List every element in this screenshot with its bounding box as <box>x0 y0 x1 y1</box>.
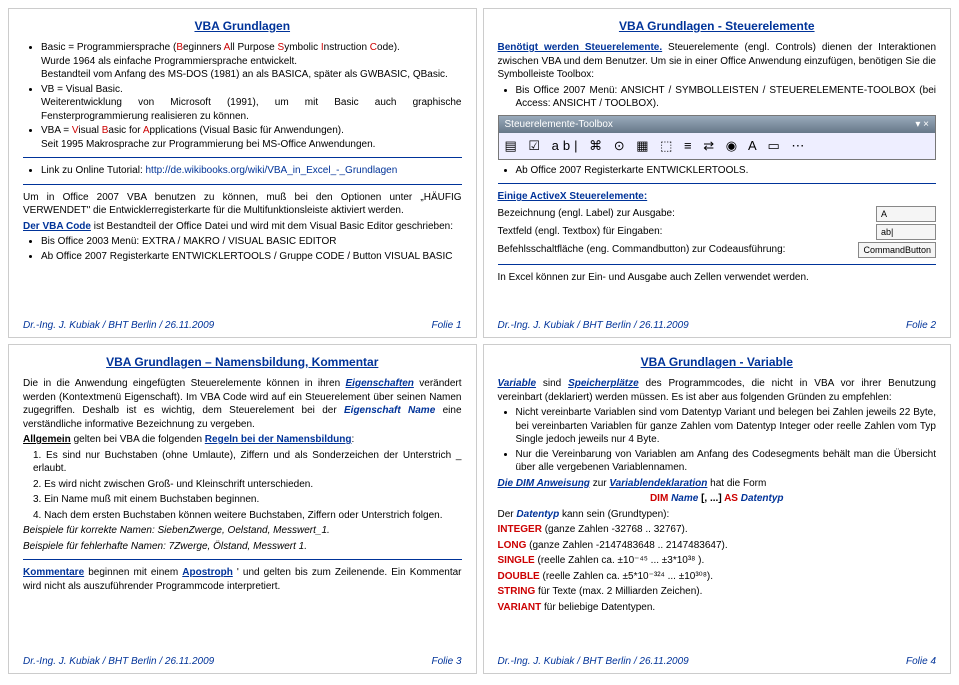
datatype: VARIANT für beliebige Datentypen. <box>498 601 937 615</box>
slide-1: VBA Grundlagen Basic = Programmiersprach… <box>8 8 477 338</box>
slide-content: Basic = Programmiersprache (Beginners Al… <box>23 39 462 316</box>
toolbox-icons: ▤ ☑ ab| ⌘ ⊙ ▦ ⬚ ≡ ⇄ ◉ A ▭ ⋯ <box>499 133 936 159</box>
rule: 2. Es wird nicht zwischen Groß- und Klei… <box>33 478 462 492</box>
control-row: Textfeld (engl. Textbox) für Eingaben:ab… <box>498 224 937 240</box>
paragraph: Variable sind Speicherplätze des Program… <box>498 377 937 404</box>
paragraph: Benötigt werden Steuerelemente. Steuerel… <box>498 41 937 82</box>
paragraph: Der Datentyp kann sein (Grundtypen): <box>498 508 937 522</box>
list-item: Bis Office 2003 Menü: EXTRA / MAKRO / VI… <box>41 235 462 249</box>
slide-footer: Dr.-Ing. J. Kubiak / BHT Berlin / 26.11.… <box>23 656 462 667</box>
list-item: Ab Office 2007 Registerkarte ENTWICKLERT… <box>41 250 462 264</box>
slide-title: VBA Grundlagen - Steuerelemente <box>498 19 937 33</box>
slide-grid: VBA Grundlagen Basic = Programmiersprach… <box>8 8 951 674</box>
commandbutton-sample: CommandButton <box>858 242 936 258</box>
datatype: DOUBLE (reelle Zahlen ca. ±5*10⁻³²⁴ ... … <box>498 570 937 584</box>
rule: 1. Es sind nur Buchstaben (ohne Umlaute)… <box>33 449 462 476</box>
slide-4: VBA Grundlagen - Variable Variable sind … <box>483 344 952 674</box>
paragraph: Kommentare beginnen mit einem Apostroph … <box>23 566 462 593</box>
slide-content: Benötigt werden Steuerelemente. Steuerel… <box>498 39 937 316</box>
slide-content: Die in die Anwendung eingefügten Steuere… <box>23 375 462 652</box>
list-item: Ab Office 2007 Registerkarte ENTWICKLERT… <box>516 164 937 178</box>
slide-title: VBA Grundlagen <box>23 19 462 33</box>
slide-title: VBA Grundlagen – Namensbildung, Kommenta… <box>23 355 462 369</box>
list-item: Link zu Online Tutorial: http://de.wikib… <box>41 164 462 178</box>
datatype: SINGLE (reelle Zahlen ca. ±10⁻⁴⁵ ... ±3*… <box>498 554 937 568</box>
tutorial-link[interactable]: http://de.wikibooks.org/wiki/VBA_in_Exce… <box>146 165 398 176</box>
toolbox-widget: Steuerelemente-Toolbox ▾ × ▤ ☑ ab| ⌘ ⊙ ▦ … <box>498 115 937 160</box>
datatype: INTEGER (ganze Zahlen -32768 .. 32767). <box>498 523 937 537</box>
sub-text: Bestandteil vom Anfang des MS-DOS (1981)… <box>41 68 462 82</box>
slide-footer: Dr.-Ing. J. Kubiak / BHT Berlin / 26.11.… <box>23 320 462 331</box>
paragraph: Die DIM Anweisung zur Variablendeklarati… <box>498 477 937 491</box>
list-item: Basic = Programmiersprache (Beginners Al… <box>41 41 462 82</box>
toolbox-controls: ▾ × <box>915 118 929 132</box>
rule: 3. Ein Name muß mit einem Buchstaben beg… <box>33 493 462 507</box>
label-sample: A <box>876 206 936 222</box>
paragraph: Allgemein gelten bei VBA die folgenden R… <box>23 433 462 447</box>
datatype: STRING für Texte (max. 2 Milliarden Zeic… <box>498 585 937 599</box>
sub-text: Seit 1995 Makrosprache zur Programmierun… <box>41 138 462 152</box>
paragraph: Der VBA Code ist Bestandteil der Office … <box>23 220 462 234</box>
slide-footer: Dr.-Ing. J. Kubiak / BHT Berlin / 26.11.… <box>498 320 937 331</box>
textbox-sample: ab| <box>876 224 936 240</box>
list-item: Nicht vereinbarte Variablen sind vom Dat… <box>516 406 937 447</box>
list-item: Nur die Vereinbarung von Variablen am An… <box>516 448 937 475</box>
datatype: LONG (ganze Zahlen -2147483648 .. 214748… <box>498 539 937 553</box>
list-item: Bis Office 2007 Menü: ANSICHT / SYMBOLLE… <box>516 84 937 111</box>
control-row: Befehlsschaltfläche (eng. Commandbutton)… <box>498 242 937 258</box>
sub-text: Weiterentwicklung von Microsoft (1991), … <box>41 96 462 123</box>
example: Beispiele für fehlerhafte Namen: 7Zwerge… <box>23 540 462 554</box>
paragraph: Um in Office 2007 VBA benutzen zu können… <box>23 191 462 218</box>
sub-text: Wurde 1964 als einfache Programmiersprac… <box>41 55 462 69</box>
slide-title: VBA Grundlagen - Variable <box>498 355 937 369</box>
slide-2: VBA Grundlagen - Steuerelemente Benötigt… <box>483 8 952 338</box>
list-item: VB = Visual Basic. Weiterentwicklung von… <box>41 83 462 124</box>
slide-content: Variable sind Speicherplätze des Program… <box>498 375 937 652</box>
control-row: Bezeichnung (engl. Label) zur Ausgabe:A <box>498 206 937 222</box>
list-item: VBA = Visual Basic for Applications (Vis… <box>41 124 462 151</box>
syntax: DIM Name [, ...] AS Datentyp <box>498 492 937 506</box>
rule: 4. Nach dem ersten Buchstaben können wei… <box>33 509 462 523</box>
slide-3: VBA Grundlagen – Namensbildung, Kommenta… <box>8 344 477 674</box>
paragraph: Die in die Anwendung eingefügten Steuere… <box>23 377 462 431</box>
example: Beispiele für korrekte Namen: SiebenZwer… <box>23 524 462 538</box>
toolbox-title: Steuerelemente-Toolbox <box>505 118 613 132</box>
slide-footer: Dr.-Ing. J. Kubiak / BHT Berlin / 26.11.… <box>498 656 937 667</box>
subheading: Einige ActiveX Steuerelemente: <box>498 190 937 204</box>
note: In Excel können zur Ein- und Ausgabe auc… <box>498 271 937 285</box>
